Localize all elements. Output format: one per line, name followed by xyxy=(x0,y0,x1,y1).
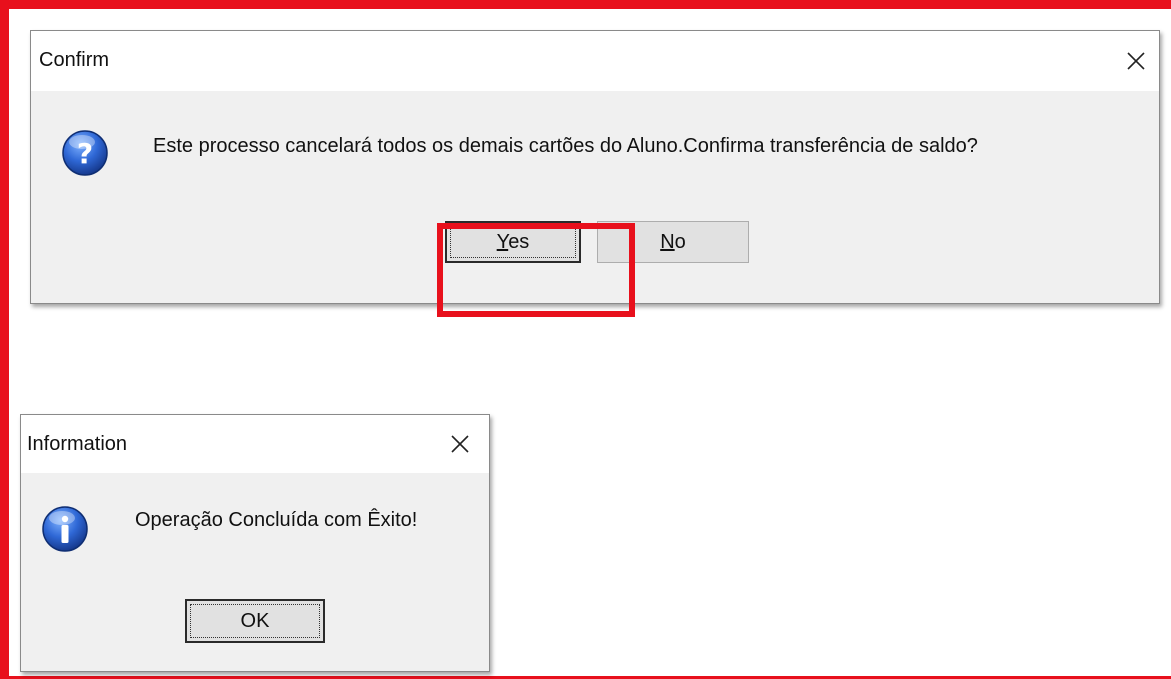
no-button[interactable]: No xyxy=(597,221,749,263)
yes-button[interactable]: Yes xyxy=(445,221,581,263)
confirm-message: Este processo cancelará todos os demais … xyxy=(153,135,978,157)
ok-button[interactable]: OK xyxy=(185,599,325,643)
no-label: No xyxy=(660,230,686,253)
confirm-titlebar: Confirm xyxy=(31,31,1159,91)
question-icon: ? xyxy=(62,130,108,176)
information-title: Information xyxy=(27,433,128,455)
ok-label: OK xyxy=(240,609,270,632)
screenshot-stage: Confirm ? Este processo cancelará todos xyxy=(0,0,1171,679)
yes-label: Yes xyxy=(496,230,530,253)
annotation-frame-top xyxy=(0,0,1171,9)
information-message: Operação Concluída com Êxito! xyxy=(135,509,418,531)
confirm-close-button[interactable] xyxy=(1113,31,1159,91)
svg-text:?: ? xyxy=(77,137,93,170)
confirm-title: Confirm xyxy=(39,49,110,71)
information-icon xyxy=(42,506,88,552)
close-icon xyxy=(451,435,469,453)
close-icon xyxy=(1127,52,1145,70)
information-dialog: Information Operação Concluída com Êxito… xyxy=(20,414,490,672)
information-close-button[interactable] xyxy=(437,415,483,473)
confirm-dialog: Confirm ? Este processo cancelará todos xyxy=(30,30,1160,317)
annotation-frame-left xyxy=(0,0,9,679)
information-titlebar: Information xyxy=(21,415,489,473)
